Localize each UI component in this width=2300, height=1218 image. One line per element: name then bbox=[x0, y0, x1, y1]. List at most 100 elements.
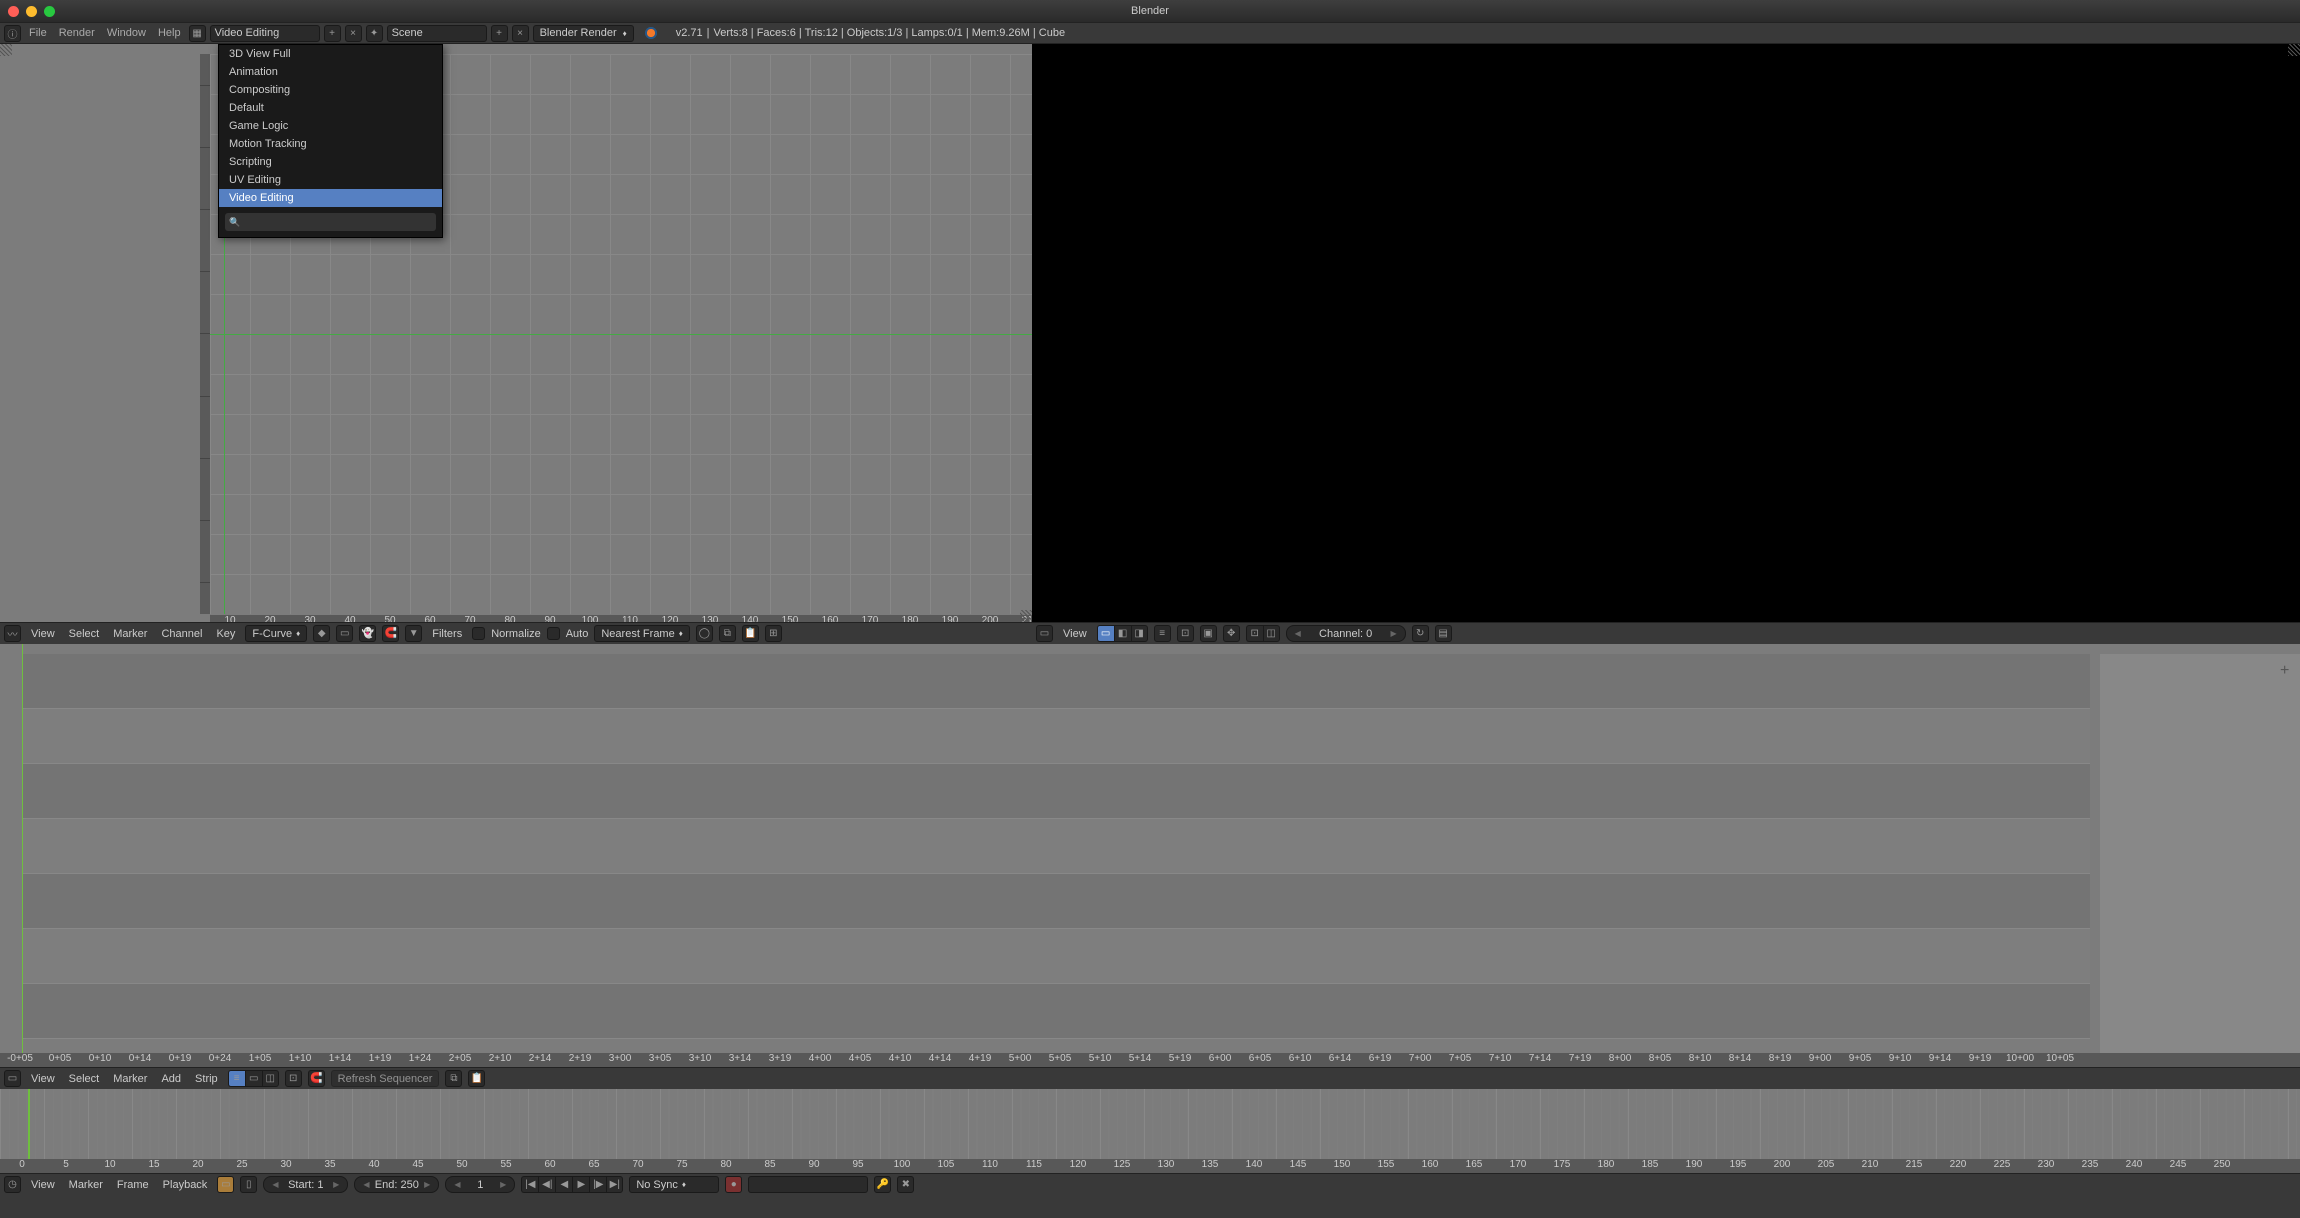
split-corner-icon[interactable] bbox=[1020, 610, 1032, 622]
seq-track[interactable] bbox=[22, 709, 2090, 764]
safezone-icon[interactable]: ▣ bbox=[1200, 625, 1217, 642]
editor-type-timeline-icon[interactable]: ◷ bbox=[4, 1176, 21, 1193]
seq-menu-select[interactable]: Select bbox=[65, 1073, 104, 1085]
graph-ghost-icon[interactable]: 👻 bbox=[359, 625, 376, 642]
zoom-1-1-icon[interactable]: ◫ bbox=[1263, 625, 1280, 642]
refresh-sequencer-button[interactable]: Refresh Sequencer bbox=[331, 1070, 440, 1087]
key-delete-icon[interactable]: ✖ bbox=[897, 1176, 914, 1193]
menu-file[interactable]: File bbox=[25, 27, 51, 39]
seq-track[interactable] bbox=[22, 929, 2090, 984]
tl-menu-frame[interactable]: Frame bbox=[113, 1179, 153, 1191]
filter-funnel-icon[interactable]: ▼ bbox=[405, 625, 422, 642]
graph-mode-selector[interactable]: F-Curve♦ bbox=[245, 625, 307, 642]
layout-option[interactable]: UV Editing bbox=[219, 171, 442, 189]
graph-menu-select[interactable]: Select bbox=[65, 628, 104, 640]
graph-menu-marker[interactable]: Marker bbox=[109, 628, 151, 640]
overlay-icon[interactable]: ⊡ bbox=[1177, 625, 1194, 642]
menu-render[interactable]: Render bbox=[55, 27, 99, 39]
scene-selector[interactable]: Scene bbox=[387, 25, 487, 42]
display-luma-icon[interactable]: ◧ bbox=[1114, 625, 1131, 642]
display-chroma-icon[interactable]: ◨ bbox=[1131, 625, 1148, 642]
seq-snap-icon[interactable]: 🧲 bbox=[308, 1070, 325, 1087]
menu-window[interactable]: Window bbox=[103, 27, 150, 39]
layout-option[interactable]: Animation bbox=[219, 63, 442, 81]
collapse-sidebar-icon[interactable]: + bbox=[2280, 662, 2292, 674]
sequencer-playhead[interactable] bbox=[22, 644, 23, 1056]
seq-track[interactable] bbox=[22, 819, 2090, 874]
graph-menu-key[interactable]: Key bbox=[212, 628, 239, 640]
key-insert-icon[interactable]: 🔑 bbox=[874, 1176, 891, 1193]
minimize-window-icon[interactable] bbox=[26, 6, 37, 17]
normalize-checkbox[interactable] bbox=[472, 627, 485, 640]
zoom-fit-icon[interactable]: ⊡ bbox=[1246, 625, 1263, 642]
keying-set-selector[interactable] bbox=[748, 1176, 868, 1193]
seq-backdrop-icon[interactable]: ⊡ bbox=[285, 1070, 302, 1087]
render-engine-selector[interactable]: Blender Render♦ bbox=[533, 25, 634, 42]
editor-type-preview-icon[interactable]: ▭ bbox=[1036, 625, 1053, 642]
display-image-icon[interactable]: ▭ bbox=[1097, 625, 1114, 642]
editor-type-graph-icon[interactable]: 〰 bbox=[4, 625, 21, 642]
split-corner-icon[interactable] bbox=[2288, 44, 2300, 56]
remove-layout-button[interactable]: × bbox=[345, 25, 362, 42]
zoom-window-icon[interactable] bbox=[44, 6, 55, 17]
remove-scene-button[interactable]: × bbox=[512, 25, 529, 42]
tl-menu-view[interactable]: View bbox=[27, 1179, 59, 1191]
end-frame-field[interactable]: ◀End: 250▶ bbox=[354, 1176, 439, 1193]
timeline-canvas[interactable] bbox=[0, 1089, 2300, 1159]
seq-paste-icon[interactable]: 📋 bbox=[468, 1070, 485, 1087]
layout-option[interactable]: Game Logic bbox=[219, 117, 442, 135]
editor-type-info-icon[interactable]: ⓘ bbox=[4, 25, 21, 42]
start-frame-field[interactable]: ◀Start: 1▶ bbox=[263, 1176, 348, 1193]
seq-copy-icon[interactable]: ⧉ bbox=[445, 1070, 462, 1087]
layout-selector[interactable]: Video Editing bbox=[210, 25, 320, 42]
seq-display-both-icon[interactable]: ◫ bbox=[262, 1070, 279, 1087]
channel-field[interactable]: ◀Channel: 0▶ bbox=[1286, 625, 1406, 642]
keyframe-next-icon[interactable]: |▶ bbox=[589, 1176, 606, 1193]
auto-checkbox[interactable] bbox=[547, 627, 560, 640]
split-corner-icon[interactable] bbox=[0, 44, 12, 56]
graph-menu-channel[interactable]: Channel bbox=[157, 628, 206, 640]
graph-menu-view[interactable]: View bbox=[27, 628, 59, 640]
add-layout-button[interactable]: + bbox=[324, 25, 341, 42]
seq-track[interactable] bbox=[22, 874, 2090, 929]
graph-toggle-handles-icon[interactable]: ◆ bbox=[313, 625, 330, 642]
jump-end-icon[interactable]: ▶| bbox=[606, 1176, 623, 1193]
range-toggle-icon[interactable]: ▭ bbox=[217, 1176, 234, 1193]
add-scene-button[interactable]: + bbox=[491, 25, 508, 42]
transform-icon[interactable]: ✥ bbox=[1223, 625, 1240, 642]
seq-track[interactable] bbox=[22, 764, 2090, 819]
timeline-playhead[interactable] bbox=[28, 1089, 30, 1159]
layout-option[interactable]: Motion Tracking bbox=[219, 135, 442, 153]
graph-toggle-icon[interactable]: ▭ bbox=[336, 625, 353, 642]
pivot-selector[interactable]: Nearest Frame♦ bbox=[594, 625, 689, 642]
close-window-icon[interactable] bbox=[8, 6, 19, 17]
graph-filters-label[interactable]: Filters bbox=[428, 628, 466, 640]
proxy-icon[interactable]: ▤ bbox=[1435, 625, 1452, 642]
preview-menu-view[interactable]: View bbox=[1059, 628, 1091, 640]
layout-browse-icon[interactable]: ▦ bbox=[189, 25, 206, 42]
layout-option[interactable]: Scripting bbox=[219, 153, 442, 171]
refresh-icon[interactable]: ↻ bbox=[1412, 625, 1429, 642]
sequencer-tracks[interactable] bbox=[22, 654, 2090, 1056]
seq-display-preview-icon[interactable]: ▭ bbox=[245, 1070, 262, 1087]
play-icon[interactable]: ▶ bbox=[572, 1176, 589, 1193]
layout-option-selected[interactable]: Video Editing bbox=[219, 189, 442, 207]
editor-type-sequencer-icon[interactable]: ▭ bbox=[4, 1070, 21, 1087]
layout-option[interactable]: Compositing bbox=[219, 81, 442, 99]
keyframe-prev-icon[interactable]: ◀| bbox=[538, 1176, 555, 1193]
tl-menu-marker[interactable]: Marker bbox=[65, 1179, 107, 1191]
paste-icon[interactable]: 📋 bbox=[742, 625, 759, 642]
scene-browse-icon[interactable]: ✦ bbox=[366, 25, 383, 42]
snap-frame-icon[interactable]: ⊞ bbox=[765, 625, 782, 642]
seq-display-seq-icon[interactable]: ≡ bbox=[228, 1070, 245, 1087]
seq-menu-marker[interactable]: Marker bbox=[109, 1073, 151, 1085]
tl-menu-playback[interactable]: Playback bbox=[159, 1179, 212, 1191]
seq-menu-view[interactable]: View bbox=[27, 1073, 59, 1085]
layout-option[interactable]: 3D View Full bbox=[219, 45, 442, 63]
display-histogram-icon[interactable]: ≡ bbox=[1154, 625, 1171, 642]
sync-mode-selector[interactable]: No Sync♦ bbox=[629, 1176, 719, 1193]
layout-option[interactable]: Default bbox=[219, 99, 442, 117]
range-set-icon[interactable]: ▯ bbox=[240, 1176, 257, 1193]
jump-start-icon[interactable]: |◀ bbox=[521, 1176, 538, 1193]
seq-track[interactable] bbox=[22, 654, 2090, 709]
